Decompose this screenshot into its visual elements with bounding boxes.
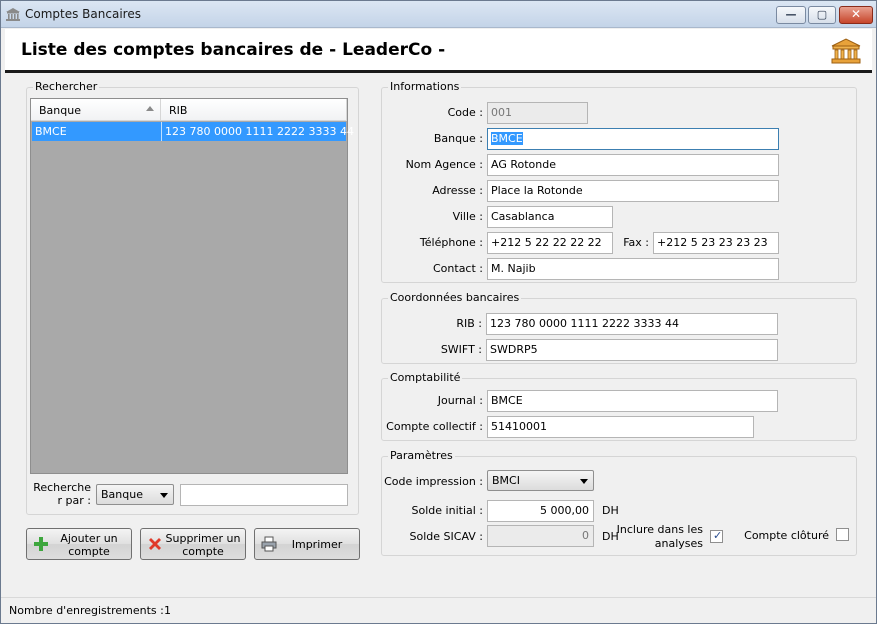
closed-account-checkbox[interactable] (836, 528, 849, 541)
row-bank-cell: BMCE (35, 125, 67, 138)
search-by-label: Recherche r par : (33, 481, 91, 507)
chevron-down-icon (160, 493, 168, 498)
search-by-value: Banque (101, 488, 143, 501)
bank-icon (6, 8, 20, 21)
add-account-label: Ajouter un compte (60, 532, 118, 558)
city-label: Ville : (452, 210, 483, 223)
journal-label: Journal : (437, 394, 483, 407)
accounts-grid[interactable]: Banque RIB BMCE 123 780 0000 1111 2222 3… (30, 98, 354, 474)
informations-legend: Informations (388, 80, 462, 93)
include-in-analyses-checkbox[interactable]: ✓ (710, 529, 723, 543)
column-header-bank[interactable]: Banque (31, 99, 161, 121)
print-button[interactable]: Imprimer (254, 528, 360, 560)
search-by-select[interactable]: Banque (96, 484, 174, 505)
window: Comptes Bancaires — ▢ ✕ Liste des compte… (0, 0, 877, 624)
contact-label: Contact : (433, 262, 483, 275)
agency-label: Nom Agence : (405, 158, 483, 171)
record-count-label: Nombre d'enregistrements : (9, 604, 164, 617)
collective-account-label: Compte collectif : (386, 420, 483, 433)
page-title: Liste des comptes bancaires de - LeaderC… (21, 40, 446, 60)
initial-balance-label: Solde initial : (411, 504, 483, 517)
plus-icon (34, 537, 48, 551)
cell-separator (161, 122, 162, 141)
parameters-legend: Paramètres (388, 449, 455, 462)
contact-field[interactable]: M. Najib (487, 258, 779, 280)
maximize-icon: ▢ (816, 8, 828, 21)
window-title: Comptes Bancaires (25, 7, 141, 21)
fax-field[interactable]: +212 5 23 23 23 23 (653, 232, 779, 254)
record-count-value: 1 (164, 604, 171, 617)
rib-field[interactable]: 123 780 0000 1111 2222 3333 44 (486, 313, 778, 335)
column-header-bank-label: Banque (39, 104, 81, 117)
swift-label: SWIFT : (440, 343, 482, 356)
sort-ascending-icon (146, 106, 154, 111)
column-header-rib[interactable]: RIB (161, 99, 347, 121)
search-input[interactable] (180, 484, 348, 506)
include-in-analyses-label: Inclure dans les analyses (616, 523, 703, 550)
chevron-down-icon (580, 479, 588, 484)
close-button[interactable]: ✕ (839, 6, 873, 24)
print-code-label: Code impression : (384, 475, 483, 488)
journal-field[interactable]: BMCE (487, 390, 778, 412)
accounting-legend: Comptabilité (388, 371, 463, 384)
printer-icon (261, 536, 277, 552)
bank-field[interactable]: BMCE (487, 128, 779, 150)
check-icon: ✓ (713, 529, 723, 542)
sicav-balance-field[interactable]: 0 (487, 525, 594, 547)
print-code-value: BMCI (492, 474, 520, 487)
column-header-rib-label: RIB (169, 104, 188, 117)
search-legend: Rechercher (33, 80, 100, 93)
rib-label: RIB : (456, 317, 482, 330)
delete-account-button[interactable]: Supprimer un compte (140, 528, 246, 560)
initial-balance-unit: DH (602, 504, 619, 517)
bank-building-icon (831, 38, 861, 64)
bank-value: BMCE (491, 132, 523, 145)
closed-account-label: Compte clôturé (744, 529, 829, 542)
status-bar: Nombre d'enregistrements : 1 (1, 597, 876, 623)
minimize-icon: — (785, 8, 797, 21)
fax-label: Fax : (623, 236, 649, 249)
row-rib-cell: 123 780 0000 1111 2222 3333 44 (165, 125, 354, 138)
minimize-button[interactable]: — (776, 6, 806, 24)
sicav-balance-label: Solde SICAV : (409, 530, 483, 543)
address-field[interactable]: Place la Rotonde (487, 180, 779, 202)
bank-label: Banque : (433, 132, 483, 145)
address-label: Adresse : (432, 184, 483, 197)
page-header: Liste des comptes bancaires de - LeaderC… (5, 29, 872, 73)
delete-x-icon (149, 538, 161, 550)
close-icon: ✕ (850, 7, 862, 21)
agency-field[interactable]: AG Rotonde (487, 154, 779, 176)
code-field[interactable]: 001 (487, 102, 588, 124)
collective-account-field[interactable]: 51410001 (487, 416, 754, 438)
print-code-select[interactable]: BMCI (487, 470, 594, 491)
bank-coordinates-legend: Coordonnées bancaires (388, 291, 522, 304)
table-row[interactable]: BMCE 123 780 0000 1111 2222 3333 44 (32, 122, 354, 141)
city-field[interactable]: Casablanca (487, 206, 613, 228)
print-label: Imprimer (291, 538, 343, 551)
swift-field[interactable]: SWDRP5 (486, 339, 778, 361)
phone-label: Téléphone : (419, 236, 483, 249)
phone-field[interactable]: +212 5 22 22 22 22 (487, 232, 613, 254)
code-label: Code : (447, 106, 483, 119)
delete-account-label: Supprimer un compte (165, 532, 241, 558)
initial-balance-field[interactable]: 5 000,00 (487, 500, 594, 522)
add-account-button[interactable]: Ajouter un compte (26, 528, 132, 560)
title-bar[interactable]: Comptes Bancaires — ▢ ✕ (1, 1, 876, 28)
maximize-button[interactable]: ▢ (808, 6, 836, 24)
